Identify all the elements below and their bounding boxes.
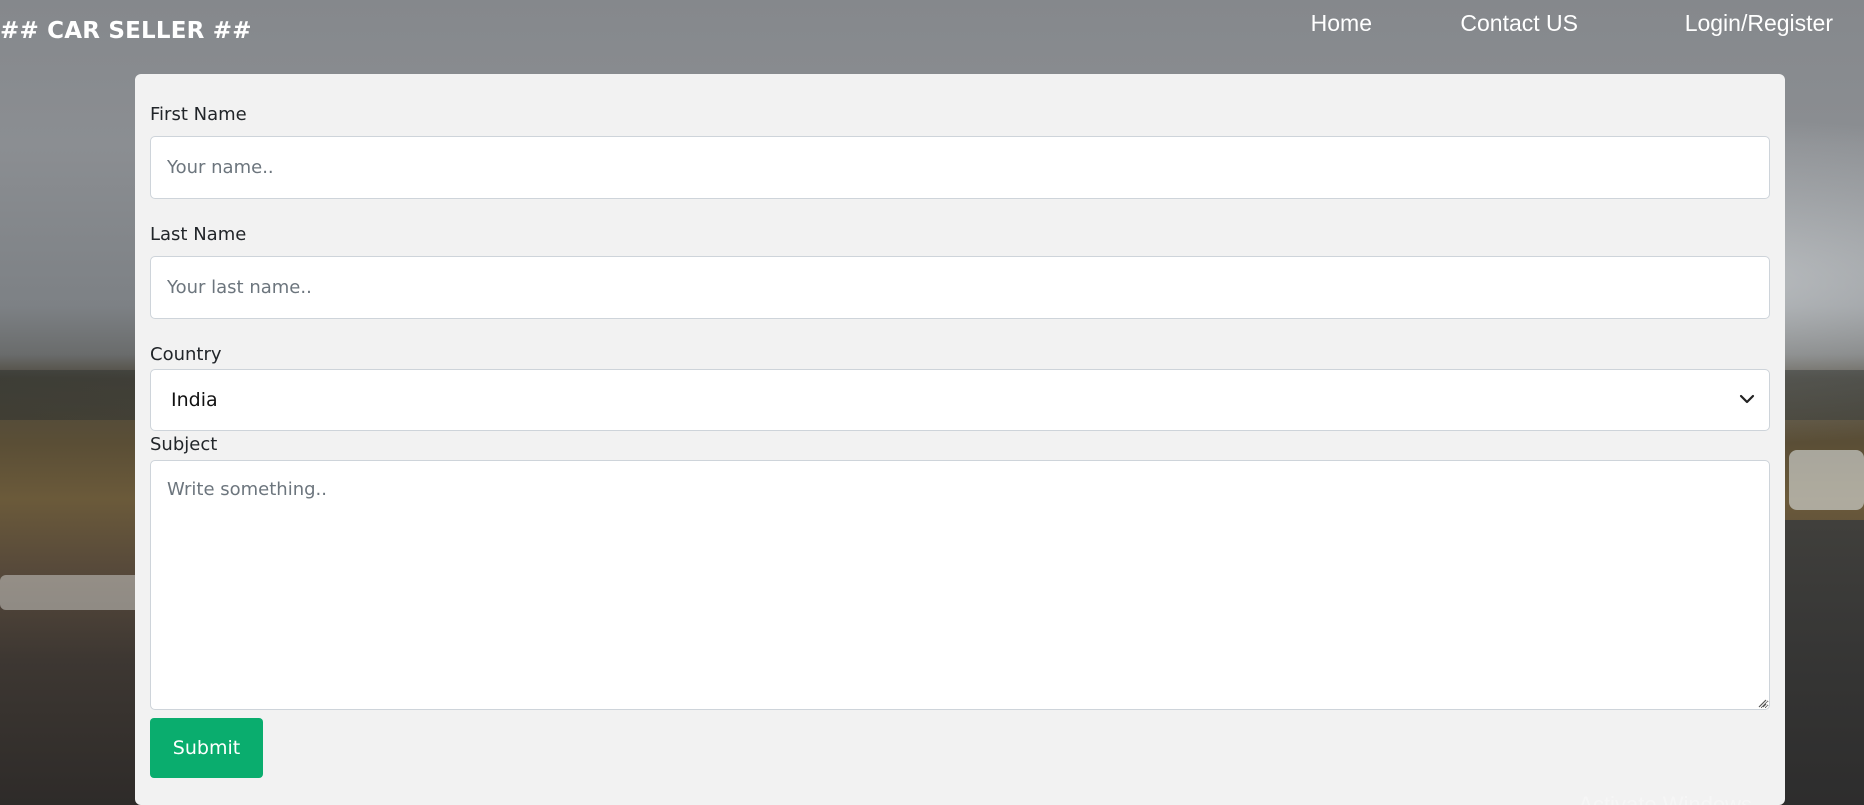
country-selected-value: India — [171, 389, 218, 411]
brand-logo: ## CAR SELLER ## — [0, 18, 252, 44]
chevron-down-icon — [1739, 394, 1755, 404]
subject-label: Subject — [150, 434, 218, 455]
resize-grip-icon[interactable] — [1757, 698, 1767, 708]
first-name-input[interactable] — [150, 136, 1770, 199]
nav-contact-us[interactable]: Contact US — [1460, 10, 1578, 37]
contact-form: First Name Last Name Country India Subje… — [135, 74, 1785, 805]
country-select[interactable]: India — [150, 369, 1770, 431]
submit-button[interactable]: Submit — [150, 718, 263, 778]
nav-login-register[interactable]: Login/Register — [1685, 10, 1833, 37]
country-label: Country — [150, 344, 222, 365]
nav-home[interactable]: Home — [1311, 10, 1372, 37]
last-name-input[interactable] — [150, 256, 1770, 319]
background-road — [1784, 520, 1864, 805]
first-name-label: First Name — [150, 104, 247, 125]
background-snow — [1789, 450, 1864, 510]
last-name-label: Last Name — [150, 224, 247, 245]
windows-activation-watermark: Activate Windows — [1578, 792, 1752, 805]
subject-textarea[interactable] — [150, 460, 1770, 710]
